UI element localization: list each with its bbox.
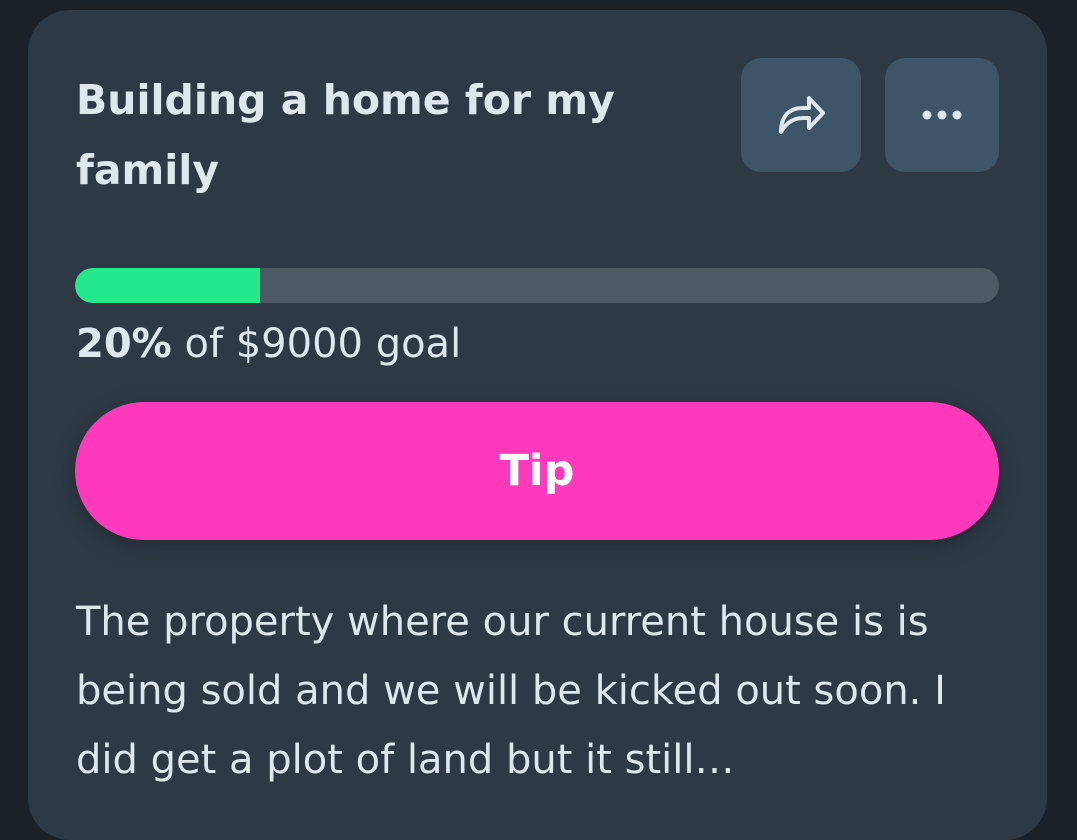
progress-fill bbox=[75, 268, 260, 303]
progress-bar bbox=[75, 268, 999, 303]
more-options-icon bbox=[922, 110, 962, 120]
goal-summary: 20% of $9000 goal bbox=[76, 316, 461, 372]
share-icon bbox=[779, 96, 825, 134]
tip-button[interactable]: Tip bbox=[75, 402, 999, 540]
campaign-card: Building a home for my family 20% of $90… bbox=[28, 10, 1047, 840]
share-button[interactable] bbox=[741, 58, 861, 172]
campaign-description: The property where our current house is … bbox=[76, 599, 946, 783]
goal-text: of $9000 goal bbox=[171, 321, 462, 367]
progress-percent: 20% bbox=[76, 321, 172, 367]
campaign-title: Building a home for my family bbox=[76, 76, 615, 194]
more-options-button[interactable] bbox=[885, 58, 999, 172]
